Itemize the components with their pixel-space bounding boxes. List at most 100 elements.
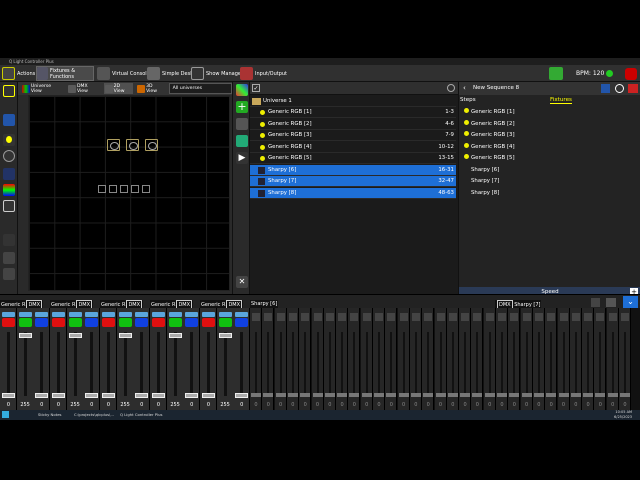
search-icon[interactable]: [447, 84, 455, 92]
sequence-fixture-row[interactable]: Generic RGB [4]: [464, 142, 515, 153]
sequence-fixture-row[interactable]: Generic RGB [2]: [464, 119, 515, 130]
dimmed-channel-strip[interactable]: 0: [336, 308, 349, 410]
channel-strip[interactable]: 255: [16, 308, 34, 410]
channel-strip[interactable]: 255: [166, 308, 184, 410]
taskbar-explorer[interactable]: C:\projects\qlcplus\...: [66, 411, 114, 419]
remove-icon[interactable]: [628, 84, 638, 93]
lightning-icon[interactable]: [3, 234, 15, 246]
dimmed-channel-strip[interactable]: 0: [459, 308, 472, 410]
2d-view-button[interactable]: 2D View: [103, 83, 134, 94]
fader-handle[interactable]: [509, 393, 520, 397]
fixture-sharpy-7[interactable]: [126, 139, 139, 151]
tab-input-output[interactable]: Input/Output: [240, 66, 287, 81]
tab-show-manager[interactable]: Show Manager: [191, 66, 243, 81]
fader-handle[interactable]: [337, 393, 348, 397]
channel-strip[interactable]: 0: [33, 308, 51, 410]
dimmed-channel-strip[interactable]: 0: [532, 308, 545, 410]
fader-handle[interactable]: [595, 393, 606, 397]
add-icon[interactable]: +: [236, 101, 248, 113]
fader-handle[interactable]: [118, 333, 132, 338]
channel-strip[interactable]: 0: [233, 308, 251, 410]
channel-strip[interactable]: 0: [183, 308, 201, 410]
play-icon[interactable]: ▶: [236, 152, 248, 164]
2d-preview-canvas[interactable]: [28, 95, 230, 291]
fader-handle[interactable]: [386, 393, 397, 397]
fixture-rgb-5[interactable]: [142, 185, 150, 193]
dimmed-channel-strip[interactable]: 0: [360, 308, 373, 410]
fader-handle[interactable]: [472, 393, 483, 397]
dimmed-channel-strip[interactable]: 0: [545, 308, 558, 410]
channel-strip[interactable]: 0: [83, 308, 101, 410]
fader-handle[interactable]: [135, 393, 149, 398]
fader-handle[interactable]: [533, 393, 544, 397]
sequence-fixture-row[interactable]: Generic RGB [3]: [464, 130, 515, 141]
dimmed-channel-strip[interactable]: 0: [508, 308, 521, 410]
dimmed-channel-strip[interactable]: 0: [557, 308, 570, 410]
fixture-sharpy-8[interactable]: [145, 139, 158, 151]
tab-actions[interactable]: Actions: [2, 66, 35, 81]
tab-steps[interactable]: Steps: [460, 97, 476, 103]
channel-strip[interactable]: 255: [66, 308, 84, 410]
fader-handle[interactable]: [218, 333, 232, 338]
dimmed-channel-strip[interactable]: 0: [446, 308, 459, 410]
channel-strip[interactable]: 0: [200, 308, 217, 410]
dimmed-channel-strip[interactable]: 0: [323, 308, 336, 410]
fader-handle[interactable]: [435, 393, 446, 397]
fader-handle[interactable]: [2, 393, 15, 398]
fader-handle[interactable]: [152, 393, 165, 398]
fader-handle[interactable]: [546, 393, 557, 397]
fader-handle[interactable]: [583, 393, 594, 397]
eye-icon[interactable]: [615, 84, 624, 93]
fader-handle[interactable]: [620, 393, 630, 397]
fader-handle[interactable]: [484, 393, 495, 397]
fixture-row[interactable]: Sharpy [7] 32-47: [250, 176, 456, 187]
dimmed-channel-strip[interactable]: 0: [250, 308, 262, 410]
fader-handle[interactable]: [570, 393, 581, 397]
fader-handle[interactable]: [251, 393, 261, 397]
fixture-row[interactable]: Generic RGB [4] 10-12: [250, 142, 456, 153]
fixture-sharpy-6[interactable]: [107, 139, 120, 151]
dimmed-channel-strip[interactable]: 0: [422, 308, 435, 410]
dimmed-channel-strip[interactable]: 0: [619, 308, 631, 410]
fixture-search-bar[interactable]: ✓: [250, 82, 458, 95]
dimmed-channel-strip[interactable]: 0: [385, 308, 398, 410]
fixture-row[interactable]: Generic RGB [2] 4-6: [250, 119, 456, 130]
channel-strip[interactable]: 255: [116, 308, 134, 410]
channel-strip[interactable]: 0: [100, 308, 117, 410]
fader-handle[interactable]: [497, 393, 507, 397]
fader-handle[interactable]: [460, 393, 471, 397]
channel-strip[interactable]: 0: [133, 308, 151, 410]
tab-fixtures-functions[interactable]: Fixtures & Functions: [36, 66, 94, 81]
fader-handle[interactable]: [68, 333, 82, 338]
position-icon[interactable]: [3, 150, 15, 162]
fader-handle[interactable]: [607, 393, 618, 397]
sequence-title[interactable]: New Sequence 8: [473, 82, 519, 95]
tab-fixtures[interactable]: Fixtures: [550, 97, 572, 104]
fader-handle[interactable]: [312, 393, 323, 397]
taskbar-qlcplus[interactable]: Q Light Controller Plus: [112, 411, 163, 419]
dimmed-channel-strip[interactable]: 0: [483, 308, 496, 410]
fader-handle[interactable]: [361, 393, 372, 397]
preview-icon[interactable]: [601, 84, 610, 93]
taskbar-sticky-notes[interactable]: Sticky Notes: [30, 411, 62, 419]
dimmed-channel-strip[interactable]: 0: [311, 308, 324, 410]
fader-handle[interactable]: [398, 393, 409, 397]
fixture-rgb-1[interactable]: [98, 185, 106, 193]
fader-handle[interactable]: [374, 393, 384, 397]
rgb-matrix-icon[interactable]: [549, 67, 563, 80]
universe-view-button[interactable]: Universe View: [21, 83, 64, 94]
fixture-rgb-3[interactable]: [120, 185, 128, 193]
dimmed-channel-strip[interactable]: 0: [348, 308, 361, 410]
channel-strip[interactable]: 0: [150, 308, 167, 410]
dimmed-channel-strip[interactable]: 0: [496, 308, 508, 410]
windows-start-icon[interactable]: [2, 411, 9, 418]
fixture-row[interactable]: Generic RGB [3] 7-9: [250, 130, 456, 141]
list-icon[interactable]: [3, 268, 15, 280]
color-icon[interactable]: [3, 184, 15, 196]
fixture-rgb-4[interactable]: [131, 185, 139, 193]
group-icon[interactable]: [236, 118, 248, 130]
fader-handle[interactable]: [202, 393, 215, 398]
channels-icon[interactable]: [3, 252, 15, 264]
fader-handle[interactable]: [324, 393, 335, 397]
fader-handle[interactable]: [18, 333, 32, 338]
